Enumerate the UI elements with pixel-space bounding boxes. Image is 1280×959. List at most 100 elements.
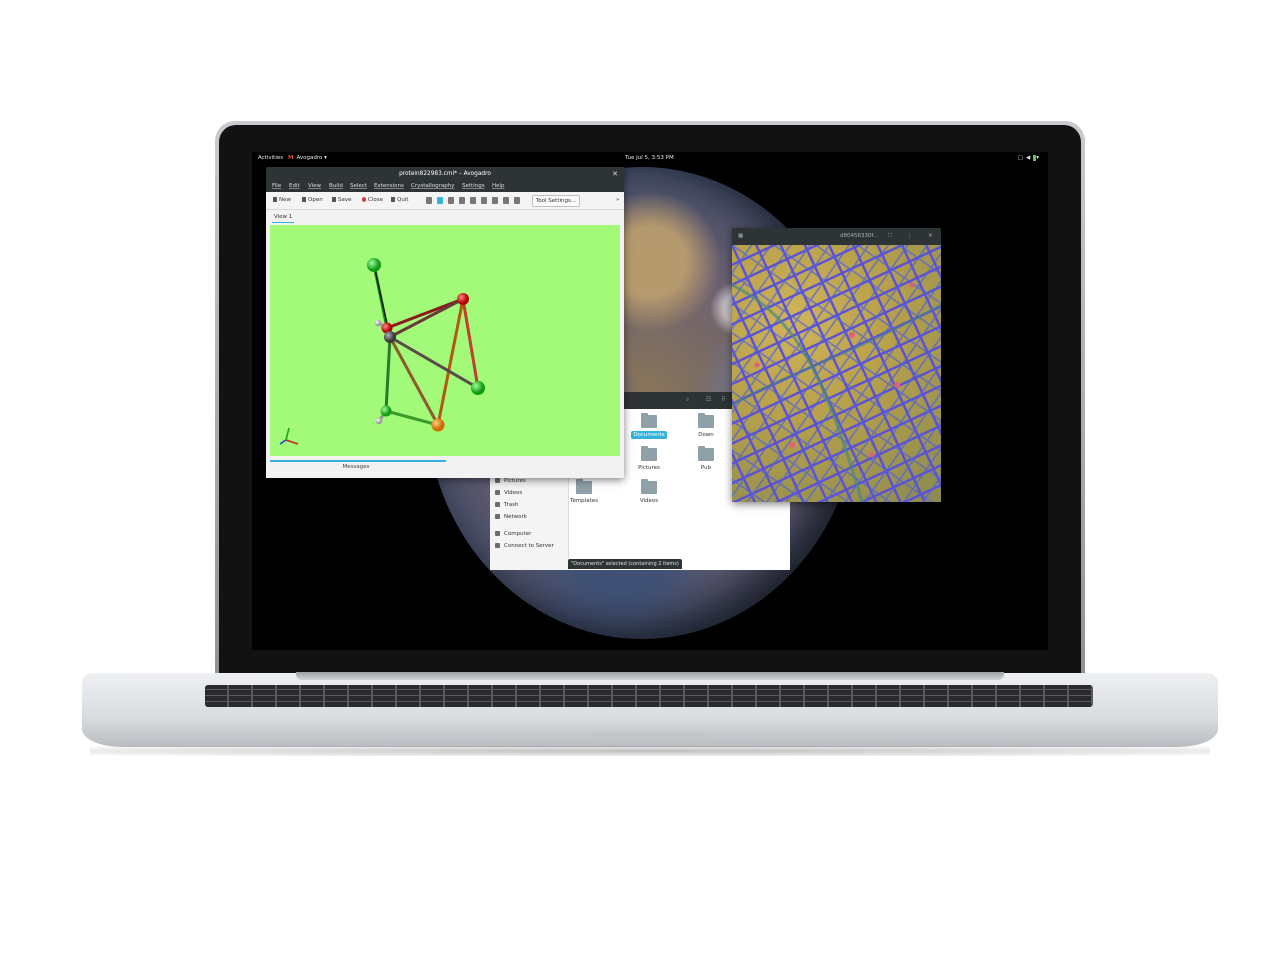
sidebar-item-trash[interactable]: Trash bbox=[495, 501, 519, 510]
view-tabs: View 1 bbox=[266, 210, 624, 225]
chevron-down-icon: ▾ bbox=[324, 155, 327, 161]
rotate-tool-icon[interactable] bbox=[481, 197, 487, 204]
menu-crystallography[interactable]: Crystallography bbox=[411, 181, 455, 192]
avogadro-window[interactable]: protein822983.cml* – Avogadro ✕ File Edi… bbox=[266, 167, 624, 478]
atom-hydrogen[interactable] bbox=[374, 319, 382, 327]
videos-icon bbox=[495, 490, 500, 495]
molecule-render bbox=[279, 258, 485, 445]
window-title: protein822983.cml* – Avogadro bbox=[399, 171, 491, 177]
menu-edit[interactable]: Edit bbox=[289, 181, 300, 192]
cell-image bbox=[732, 245, 941, 502]
overflow-icon[interactable]: » bbox=[616, 196, 619, 205]
screen-icon: ▢ bbox=[1017, 155, 1026, 161]
molecule-viewport[interactable] bbox=[270, 225, 620, 456]
menu-build[interactable]: Build bbox=[329, 181, 343, 192]
atom-phosphorus[interactable] bbox=[431, 418, 445, 432]
avogadro-app-icon: M bbox=[288, 155, 294, 161]
atom-oxygen[interactable] bbox=[457, 293, 469, 305]
autooptimize-tool-icon[interactable] bbox=[514, 197, 520, 204]
sidebar-item-connect-to-server[interactable]: Connect to Server bbox=[495, 542, 554, 551]
menu-icon[interactable]: ⋮ bbox=[907, 228, 913, 244]
app-menu[interactable]: M Avogadro ▾ bbox=[288, 152, 327, 165]
draw-tool-icon[interactable] bbox=[426, 197, 432, 204]
tab-view-1[interactable]: View 1 bbox=[272, 214, 295, 223]
menu-file[interactable]: File bbox=[272, 181, 281, 192]
quit-button[interactable]: Quit bbox=[391, 196, 409, 205]
messages-splitter-highlight bbox=[270, 460, 446, 462]
navigate-tool-icon[interactable] bbox=[437, 197, 443, 204]
top-bar: Activities M Avogadro ▾ Tue Jul 5, 3:53 P… bbox=[252, 152, 1048, 165]
keyboard bbox=[205, 685, 1093, 707]
gallery-icon[interactable]: ▦ bbox=[738, 228, 743, 244]
save-button[interactable]: Save bbox=[332, 196, 352, 205]
clock[interactable]: Tue Jul 5, 3:53 PM bbox=[625, 152, 674, 165]
network-icon bbox=[495, 514, 500, 519]
folder-icon bbox=[641, 479, 657, 494]
folder-icon bbox=[641, 446, 657, 461]
save-icon bbox=[332, 197, 336, 202]
folder-templates[interactable]: Templates bbox=[564, 479, 604, 505]
manipulate-tool-icon[interactable] bbox=[459, 197, 465, 204]
search-icon[interactable]: ⌕ bbox=[686, 396, 689, 404]
trash-icon bbox=[495, 502, 500, 507]
pictures-icon bbox=[495, 478, 500, 483]
atom-carbon[interactable] bbox=[384, 331, 396, 343]
sidebar-item-pictures[interactable]: Pictures bbox=[495, 477, 526, 486]
app-menu-label: Avogadro bbox=[296, 155, 323, 161]
computer-icon bbox=[495, 531, 500, 536]
fullscreen-icon[interactable]: ⛶ bbox=[888, 228, 892, 244]
close-icon[interactable]: ✕ bbox=[928, 228, 933, 244]
grid-view-icon[interactable]: ⠿ bbox=[721, 396, 725, 403]
menu-help[interactable]: Help bbox=[492, 181, 505, 192]
folder-icon bbox=[576, 479, 592, 494]
close-button[interactable]: Close bbox=[362, 196, 383, 205]
sidebar-item-computer[interactable]: Computer bbox=[495, 530, 531, 539]
folder-videos[interactable]: Videos bbox=[629, 479, 669, 505]
base-shadow bbox=[90, 746, 1210, 756]
folder-downloads[interactable]: Down bbox=[686, 413, 726, 439]
menu-settings[interactable]: Settings bbox=[462, 181, 485, 192]
server-icon bbox=[495, 543, 500, 548]
folder-icon bbox=[698, 413, 714, 428]
bonds bbox=[372, 263, 480, 427]
atom-chlorine[interactable] bbox=[471, 381, 485, 395]
open-icon bbox=[302, 197, 306, 202]
volume-icon: ◀ bbox=[1026, 155, 1034, 161]
new-button[interactable]: New bbox=[273, 196, 291, 205]
sidebar-item-network[interactable]: Network bbox=[495, 513, 527, 522]
atom-chlorine[interactable] bbox=[380, 405, 392, 417]
menubar: File Edit View Build Select Extensions C… bbox=[266, 181, 624, 192]
chevron-down-icon: ▾ bbox=[1036, 155, 1042, 161]
toolbar: New Open Save Close Quit Tool Settings..… bbox=[266, 192, 624, 210]
list-view-icon[interactable]: ☷ bbox=[706, 396, 711, 403]
select-tool-icon[interactable] bbox=[470, 197, 476, 204]
folder-documents[interactable]: Documents bbox=[629, 413, 669, 439]
folder-pictures[interactable]: Pictures bbox=[629, 446, 669, 472]
axes-indicator bbox=[279, 427, 299, 445]
menu-select[interactable]: Select bbox=[350, 181, 367, 192]
folder-public[interactable]: Pub bbox=[686, 446, 726, 472]
system-tray[interactable]: ▢◀ ▾ bbox=[1018, 152, 1042, 165]
tool-settings-button[interactable]: Tool Settings... bbox=[532, 195, 580, 207]
folder-icon bbox=[641, 413, 657, 428]
align-tool-icon[interactable] bbox=[503, 197, 509, 204]
close-icon[interactable]: ✕ bbox=[612, 167, 618, 181]
messages-tab[interactable]: Messages bbox=[266, 464, 446, 470]
sidebar-item-videos[interactable]: Videos bbox=[495, 489, 522, 498]
atom-hydrogen[interactable] bbox=[375, 417, 383, 425]
bond-centric-tool-icon[interactable] bbox=[448, 197, 454, 204]
menu-extensions[interactable]: Extensions bbox=[374, 181, 404, 192]
menu-view[interactable]: View bbox=[308, 181, 321, 192]
image-viewer-window[interactable]: ▦ d80456330f... ⛶ ⋮ ✕ bbox=[732, 228, 941, 502]
open-button[interactable]: Open bbox=[302, 196, 323, 205]
avogadro-titlebar: protein822983.cml* – Avogadro ✕ bbox=[266, 167, 624, 181]
trackpad-notch bbox=[592, 733, 710, 740]
atom-chlorine[interactable] bbox=[367, 258, 381, 272]
cell-network-image bbox=[732, 245, 941, 502]
new-file-icon bbox=[273, 197, 277, 202]
measure-tool-icon[interactable] bbox=[492, 197, 498, 204]
image-viewer-title: d80456330f... bbox=[840, 233, 879, 239]
folder-icon bbox=[698, 446, 714, 461]
activities-button[interactable]: Activities bbox=[258, 152, 283, 165]
desktop-screen: Activities M Avogadro ▾ Tue Jul 5, 3:53 P… bbox=[252, 152, 1048, 650]
